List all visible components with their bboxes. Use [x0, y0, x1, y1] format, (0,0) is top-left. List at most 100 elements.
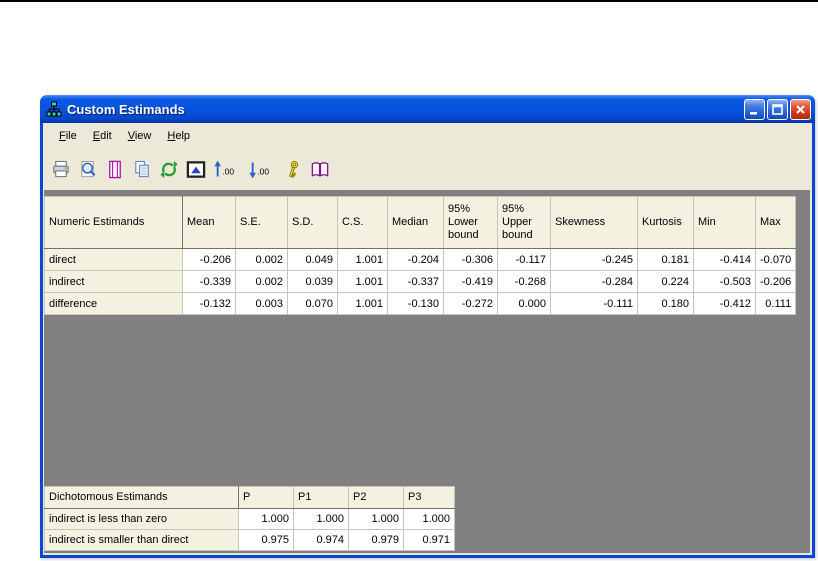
- print-preview-button[interactable]: [77, 158, 99, 180]
- dichotomous-estimands-table: Dichotomous Estimands P P1 P2 P3 indirec…: [44, 486, 455, 551]
- increase-decimal-button[interactable]: .00: [212, 158, 242, 180]
- picture-button[interactable]: [185, 158, 207, 180]
- maximize-button[interactable]: [767, 98, 788, 120]
- column-header-p1: P1: [293, 486, 349, 509]
- page-setup-button[interactable]: [104, 158, 126, 180]
- table-row-indirect: indirect -0.339 0.002 0.039 1.001 -0.337…: [44, 270, 797, 293]
- column-header-se: S.E.: [235, 196, 288, 249]
- cell: 1.001: [337, 248, 388, 271]
- menubar: File Edit View Help: [43, 123, 812, 149]
- column-header-max: Max: [754, 196, 797, 249]
- column-header-dichotomous-estimands: Dichotomous Estimands: [44, 486, 239, 509]
- cell: -0.204: [387, 248, 444, 271]
- cell: -0.132: [182, 292, 236, 315]
- column-header-p3: P3: [403, 486, 455, 509]
- cell: 0.971: [403, 529, 455, 551]
- menu-edit[interactable]: Edit: [85, 127, 120, 145]
- cell: 0.000: [497, 292, 551, 315]
- table-row-difference: difference -0.132 0.003 0.070 1.001 -0.1…: [44, 292, 797, 315]
- svg-text:.00: .00: [257, 166, 269, 176]
- cell: -0.070: [754, 248, 797, 271]
- key-button[interactable]: [282, 158, 304, 180]
- copy-button[interactable]: [131, 158, 153, 180]
- increase-decimal-icon: .00: [214, 160, 234, 176]
- menu-file[interactable]: File: [51, 127, 85, 145]
- key-icon: [289, 160, 299, 178]
- window-body: File Edit View Help .00 .00 Numeric Esti…: [40, 123, 815, 558]
- close-icon: [796, 104, 805, 114]
- cell: -0.245: [550, 248, 638, 271]
- cell: 0.974: [293, 529, 349, 551]
- cell: 1.000: [293, 508, 349, 530]
- cell: 0.070: [287, 292, 338, 315]
- results-client-area: Numeric Estimands Mean S.E. S.D. C.S. Me…: [43, 189, 812, 555]
- cell: -0.414: [693, 248, 756, 271]
- close-button[interactable]: [790, 98, 811, 120]
- cell: 0.049: [287, 248, 338, 271]
- screenshot-canvas: Custom Estimands File Edit View Help .00…: [0, 0, 818, 561]
- picture-icon: [186, 160, 206, 178]
- row-label: indirect is less than zero: [44, 508, 239, 530]
- column-header-numeric-estimands: Numeric Estimands: [44, 196, 183, 249]
- refresh-button[interactable]: [158, 158, 180, 180]
- cell: 0.224: [637, 270, 694, 293]
- cell: 1.000: [403, 508, 455, 530]
- cell: 0.181: [637, 248, 694, 271]
- cell: 1.000: [348, 508, 404, 530]
- cell: -0.503: [693, 270, 756, 293]
- toolbar: .00 .00: [43, 149, 812, 189]
- page-top-rule: [0, 0, 818, 2]
- copy-icon: [135, 160, 149, 177]
- table-row-indirect-smaller-than-direct: indirect is smaller than direct 0.975 0.…: [44, 529, 455, 551]
- cell: 0.111: [754, 292, 797, 315]
- cell: -0.419: [443, 270, 498, 293]
- cell: 0.002: [235, 270, 288, 293]
- column-header-mean: Mean: [182, 196, 236, 249]
- maximize-icon: [772, 103, 783, 115]
- cell: -0.284: [550, 270, 638, 293]
- row-label: indirect is smaller than direct: [44, 529, 239, 551]
- help-book-button[interactable]: [309, 158, 331, 180]
- numeric-header-row: Numeric Estimands Mean S.E. S.D. C.S. Me…: [44, 196, 797, 249]
- custom-estimands-window: Custom Estimands File Edit View Help .00…: [40, 95, 815, 558]
- cell: 0.975: [238, 529, 294, 551]
- cell: -0.111: [550, 292, 638, 315]
- cell: 0.180: [637, 292, 694, 315]
- cell: -0.337: [387, 270, 444, 293]
- column-header-kurtosis: Kurtosis: [637, 196, 694, 249]
- cell: -0.206: [754, 270, 797, 293]
- cell: 0.039: [287, 270, 338, 293]
- print-button[interactable]: [50, 158, 72, 180]
- app-icon: [46, 101, 62, 117]
- minimize-icon: [750, 111, 757, 114]
- cell: 0.003: [235, 292, 288, 315]
- dichotomous-header-row: Dichotomous Estimands P P1 P2 P3: [44, 486, 455, 509]
- column-header-median: Median: [387, 196, 444, 249]
- row-label: direct: [44, 248, 183, 271]
- cell: 0.002: [235, 248, 288, 271]
- menu-help[interactable]: Help: [159, 127, 198, 145]
- window-title: Custom Estimands: [67, 101, 185, 117]
- book-icon: [311, 161, 329, 177]
- numeric-estimands-table: Numeric Estimands Mean S.E. S.D. C.S. Me…: [44, 196, 797, 315]
- refresh-icon: [160, 160, 178, 178]
- cell: -0.206: [182, 248, 236, 271]
- menu-view[interactable]: View: [120, 127, 160, 145]
- svg-text:.00: .00: [222, 166, 234, 176]
- column-header-cs: C.S.: [337, 196, 388, 249]
- row-label: indirect: [44, 270, 183, 293]
- column-header-upper-bound: 95% Upper bound: [497, 196, 551, 249]
- titlebar[interactable]: Custom Estimands: [40, 95, 815, 123]
- cell: -0.268: [497, 270, 551, 293]
- column-header-sd: S.D.: [287, 196, 338, 249]
- cell: 1.001: [337, 292, 388, 315]
- minimize-button[interactable]: [744, 98, 765, 120]
- column-header-min: Min: [693, 196, 756, 249]
- cell: 1.001: [337, 270, 388, 293]
- decrease-decimal-button[interactable]: .00: [247, 158, 277, 180]
- cell: -0.339: [182, 270, 236, 293]
- decrease-decimal-icon: .00: [249, 162, 269, 178]
- row-label: difference: [44, 292, 183, 315]
- column-header-lower-bound: 95% Lower bound: [443, 196, 498, 249]
- column-header-p2: P2: [348, 486, 404, 509]
